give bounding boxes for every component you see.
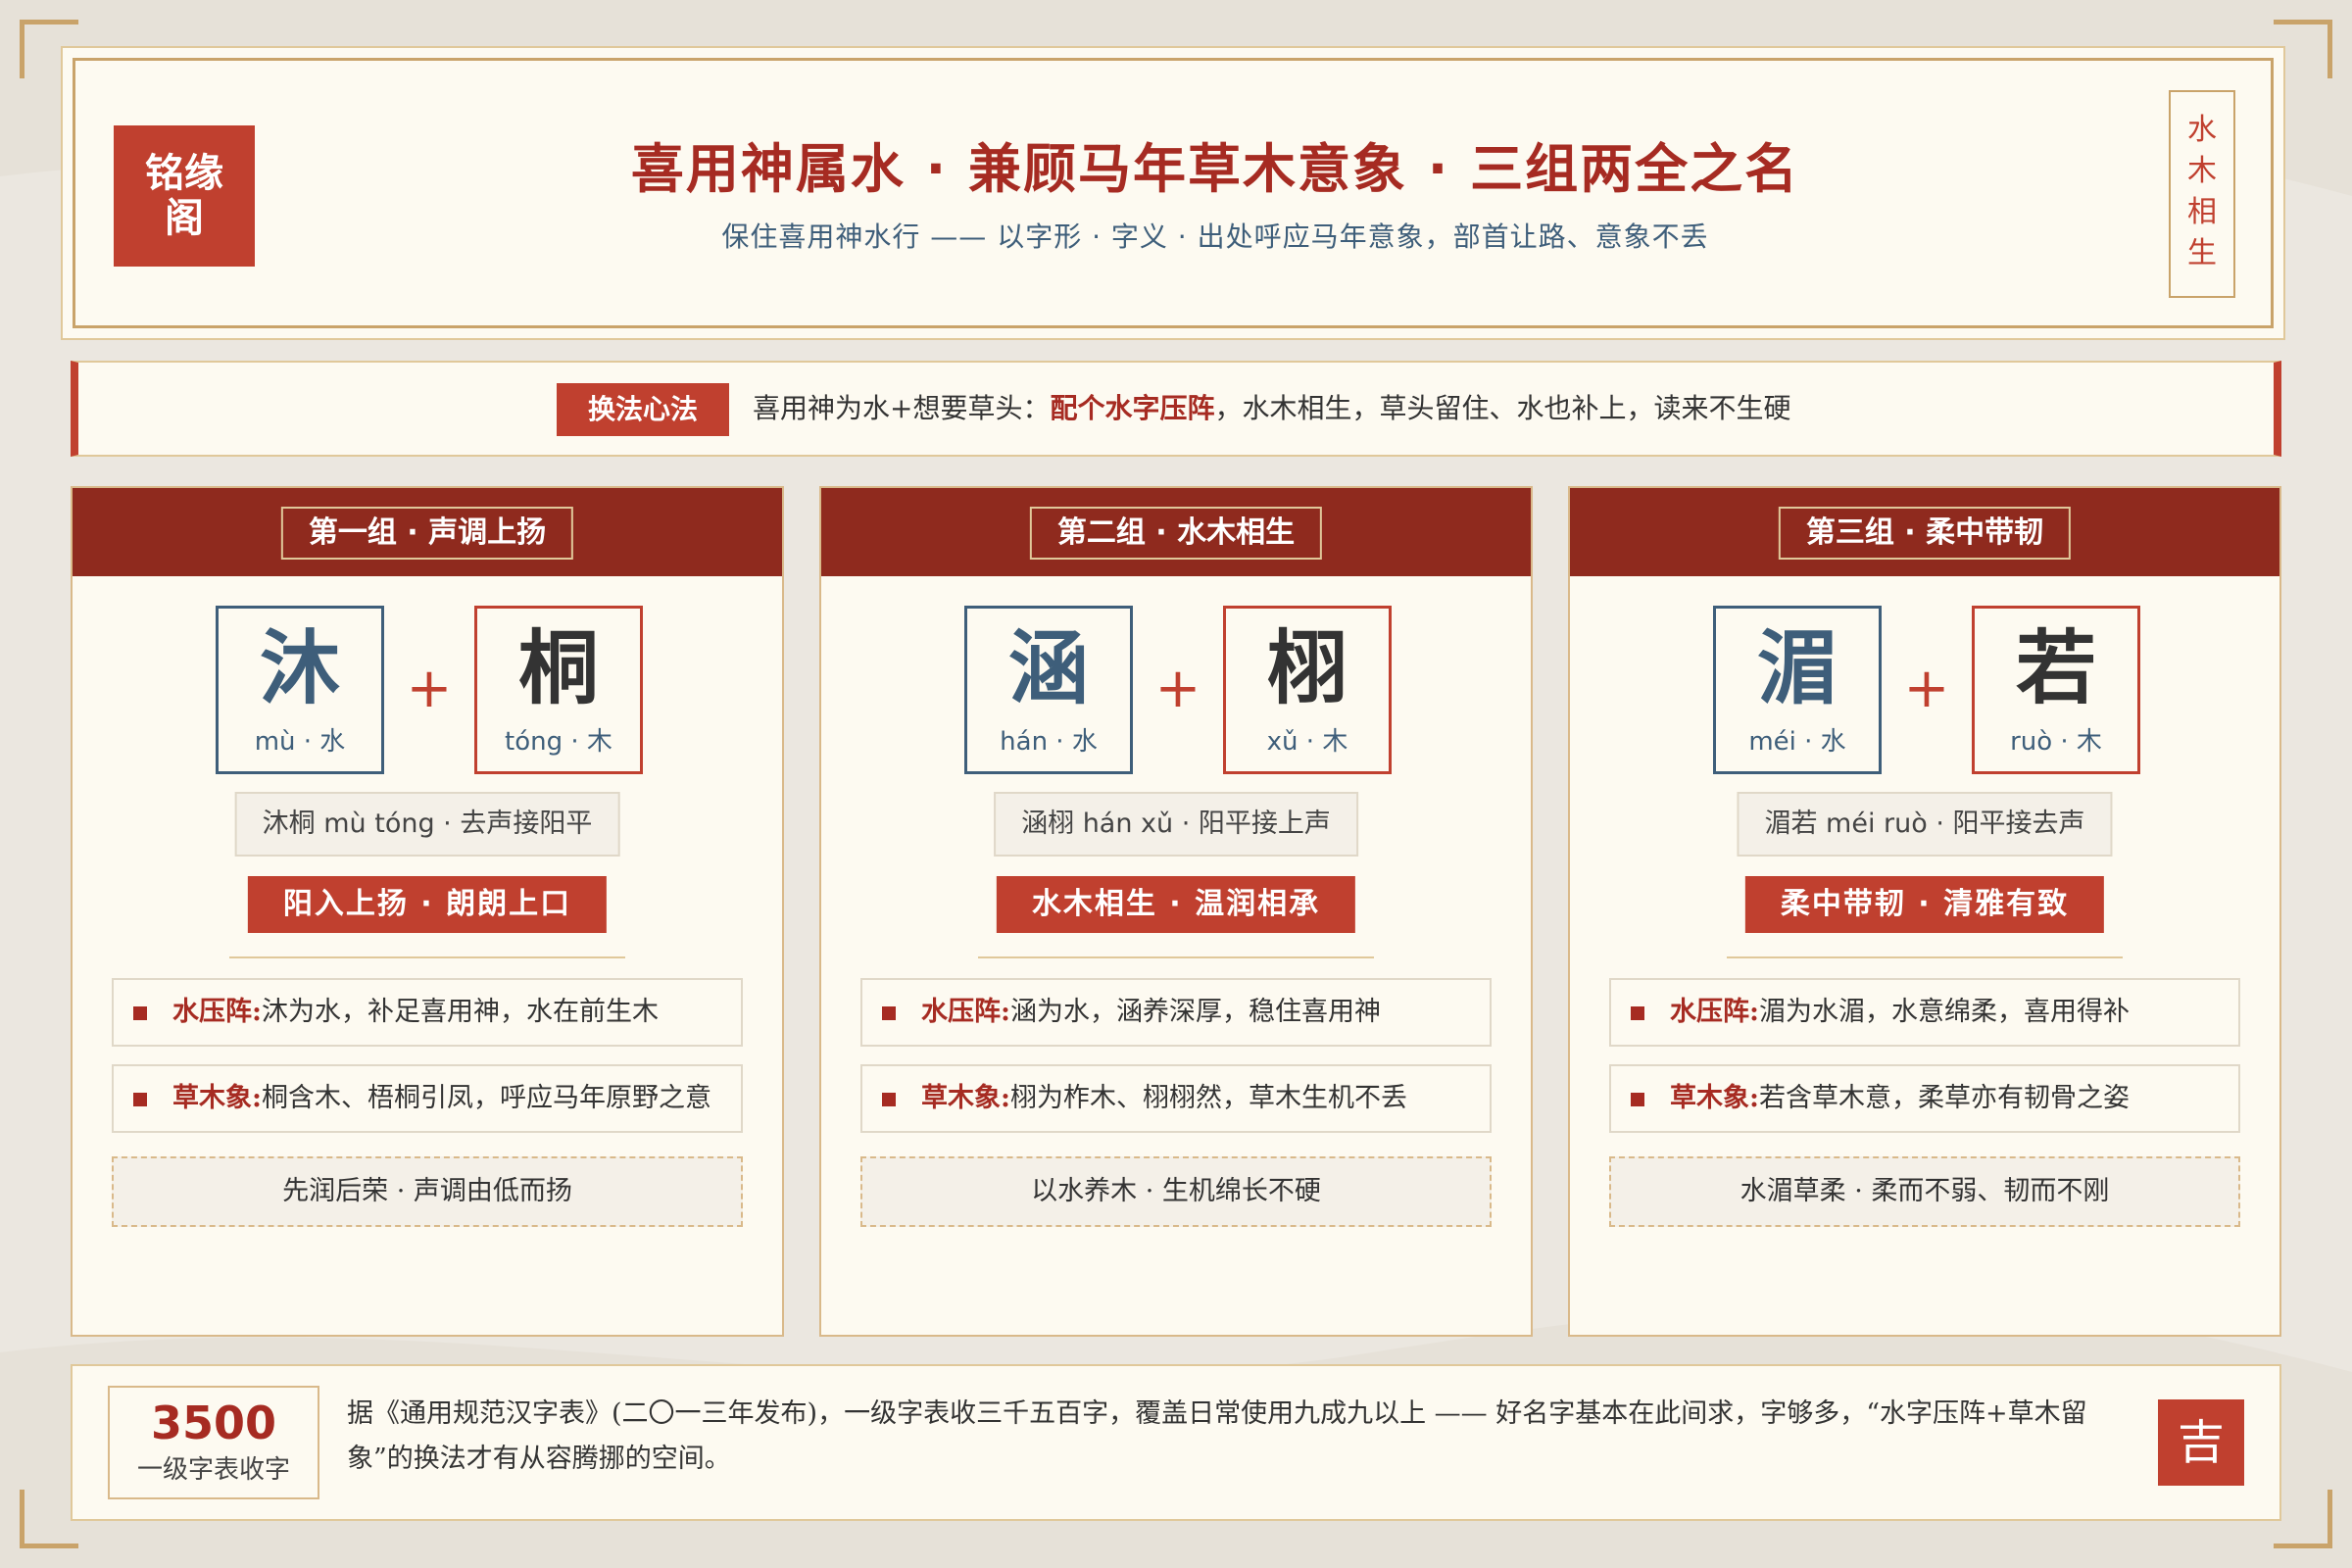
point-text: 栩为柞木、栩栩然，草木生机不丢 <box>1009 1083 1407 1113</box>
name-pronunciation: 湄若 méi ruò · 阳平接去声 <box>1737 792 2113 857</box>
plus-icon: + <box>1903 657 1950 720</box>
rule-text-after: ，水木相生，草头留住、水也补上，读来不生硬 <box>1214 392 1791 424</box>
seal-char: 水 <box>2187 113 2217 147</box>
summary-note: 先润后荣 · 声调由低而扬 <box>112 1156 743 1227</box>
wood-point: 草木象:桐含木、梧桐引凤，呼应马年原野之意 <box>112 1064 743 1133</box>
point-text: 湄为水湄，水意绵柔，喜用得补 <box>1758 997 2130 1027</box>
footer-text: 据《通用规范汉字表》(二〇一三年发布)，一级字表收三千五百字，覆盖日常使用九成九… <box>347 1398 2087 1474</box>
bullet-square-icon <box>882 1093 896 1106</box>
char-box-water: 沐 mù · 水 <box>216 606 384 774</box>
lucky-seal: 吉 <box>2158 1399 2244 1486</box>
group-card-2: 第二组 · 水木相生 涵 hán · 水 + 栩 xǔ · 木 涵栩 hán x… <box>819 486 1533 1337</box>
rule-tag: 换法心法 <box>557 383 729 436</box>
point-text: 涵为水，涵养深厚，稳住喜用神 <box>1009 997 1381 1027</box>
bullet-square-icon <box>882 1006 896 1020</box>
water-point: 水压阵:沐为水，补足喜用神，水在前生木 <box>112 978 743 1047</box>
water-point: 水压阵:湄为水湄，水意绵柔，喜用得补 <box>1609 978 2240 1047</box>
point-text: 若含草木意，柔草亦有韧骨之姿 <box>1758 1083 2130 1113</box>
seal-char: 相 <box>2187 195 2217 229</box>
wood-point: 草木象:栩为柞木、栩栩然，草木生机不丢 <box>860 1064 1492 1133</box>
point-label: 草木象: <box>1670 1083 1759 1113</box>
name-pronunciation: 沐桐 mù tóng · 去声接阳平 <box>234 792 620 857</box>
vertical-seal: 水 木 相 生 <box>2169 90 2235 298</box>
group-card-1: 第一组 · 声调上扬 沐 mù · 水 + 桐 tóng · 木 沐桐 mù t… <box>71 486 784 1337</box>
page-title: 喜用神属水 · 兼顾马年草木意象 · 三组两全之名 <box>630 138 1800 200</box>
char-box-water: 湄 méi · 水 <box>1713 606 1882 774</box>
point-label: 草木象: <box>172 1083 262 1113</box>
char-pinyin: tóng · 木 <box>505 727 612 757</box>
char-pinyin: xǔ · 木 <box>1266 727 1348 757</box>
card-title: 第三组 · 柔中带韧 <box>1778 507 2072 560</box>
summary-note: 以水养木 · 生机绵长不硬 <box>860 1156 1492 1227</box>
name-pronunciation: 涵栩 hán xǔ · 阳平接上声 <box>994 792 1358 857</box>
point-label: 水压阵: <box>172 997 262 1027</box>
seal-char: 木 <box>2187 154 2217 188</box>
char-glyph: 若 <box>2015 621 2096 715</box>
char-box-wood: 桐 tóng · 木 <box>474 606 643 774</box>
logo-line-1: 铭缘 <box>145 150 223 196</box>
divider <box>1727 956 2123 958</box>
bullet-square-icon <box>133 1006 147 1020</box>
water-point: 水压阵:涵为水，涵养深厚，稳住喜用神 <box>860 978 1492 1047</box>
point-label: 水压阵: <box>921 997 1010 1027</box>
bullet-square-icon <box>133 1093 147 1106</box>
point-text: 沐为水，补足喜用神，水在前生木 <box>261 997 659 1027</box>
char-pinyin: mù · 水 <box>254 727 346 757</box>
stat-box: 3500 一级字表收字 <box>108 1386 319 1499</box>
card-title: 第二组 · 水木相生 <box>1029 507 1323 560</box>
point-text: 桐含木、梧桐引凤，呼应马年原野之意 <box>261 1083 711 1113</box>
rule-text-before: 喜用神为水+想要草头： <box>753 392 1051 424</box>
motto-badge: 水木相生 · 温润相承 <box>996 876 1356 933</box>
bullet-square-icon <box>1631 1006 1644 1020</box>
char-box-wood: 若 ruò · 木 <box>1972 606 2140 774</box>
char-pinyin: ruò · 木 <box>2010 727 2102 757</box>
char-glyph: 湄 <box>1756 621 1838 715</box>
group-card-3: 第三组 · 柔中带韧 湄 méi · 水 + 若 ruò · 木 湄若 méi … <box>1568 486 2281 1337</box>
brand-logo: 铭缘阁 <box>114 125 255 267</box>
divider <box>229 956 625 958</box>
char-glyph: 桐 <box>517 621 599 715</box>
seal-char: 生 <box>2187 236 2217 270</box>
bullet-square-icon <box>1631 1093 1644 1106</box>
plus-icon: + <box>1154 657 1201 720</box>
plus-icon: + <box>406 657 453 720</box>
char-pinyin: hán · 水 <box>1000 727 1098 757</box>
motto-badge: 阳入上扬 · 朗朗上口 <box>247 876 608 933</box>
summary-note: 水湄草柔 · 柔而不弱、韧而不刚 <box>1609 1156 2240 1227</box>
page-subtitle: 保住喜用神水行 —— 以字形 · 字义 · 出处呼应马年意象，部首让路、意象不丢 <box>721 220 1709 253</box>
corner-ornament-bottom-left <box>20 1490 78 1548</box>
rule-highlight: 配个水字压阵 <box>1050 392 1215 424</box>
stat-label: 一级字表收字 <box>136 1455 290 1485</box>
logo-line-2: 阁 <box>165 195 204 241</box>
rule-text: 喜用神为水+想要草头：配个水字压阵，水木相生，草头留住、水也补上，读来不生硬 <box>753 387 1791 430</box>
char-glyph: 沐 <box>259 621 340 715</box>
stat-number: 3500 <box>150 1396 277 1449</box>
wood-point: 草木象:若含草木意，柔草亦有韧骨之姿 <box>1609 1064 2240 1133</box>
char-box-wood: 栩 xǔ · 木 <box>1223 606 1392 774</box>
char-glyph: 栩 <box>1266 621 1348 715</box>
char-glyph: 涵 <box>1007 621 1089 715</box>
char-box-water: 涵 hán · 水 <box>964 606 1133 774</box>
motto-badge: 柔中带韧 · 清雅有致 <box>1744 876 2105 933</box>
point-label: 水压阵: <box>1670 997 1759 1027</box>
char-pinyin: méi · 水 <box>1748 727 1846 757</box>
corner-ornament-bottom-right <box>2274 1490 2332 1548</box>
card-title: 第一组 · 声调上扬 <box>280 507 574 560</box>
divider <box>978 956 1374 958</box>
point-label: 草木象: <box>921 1083 1010 1113</box>
